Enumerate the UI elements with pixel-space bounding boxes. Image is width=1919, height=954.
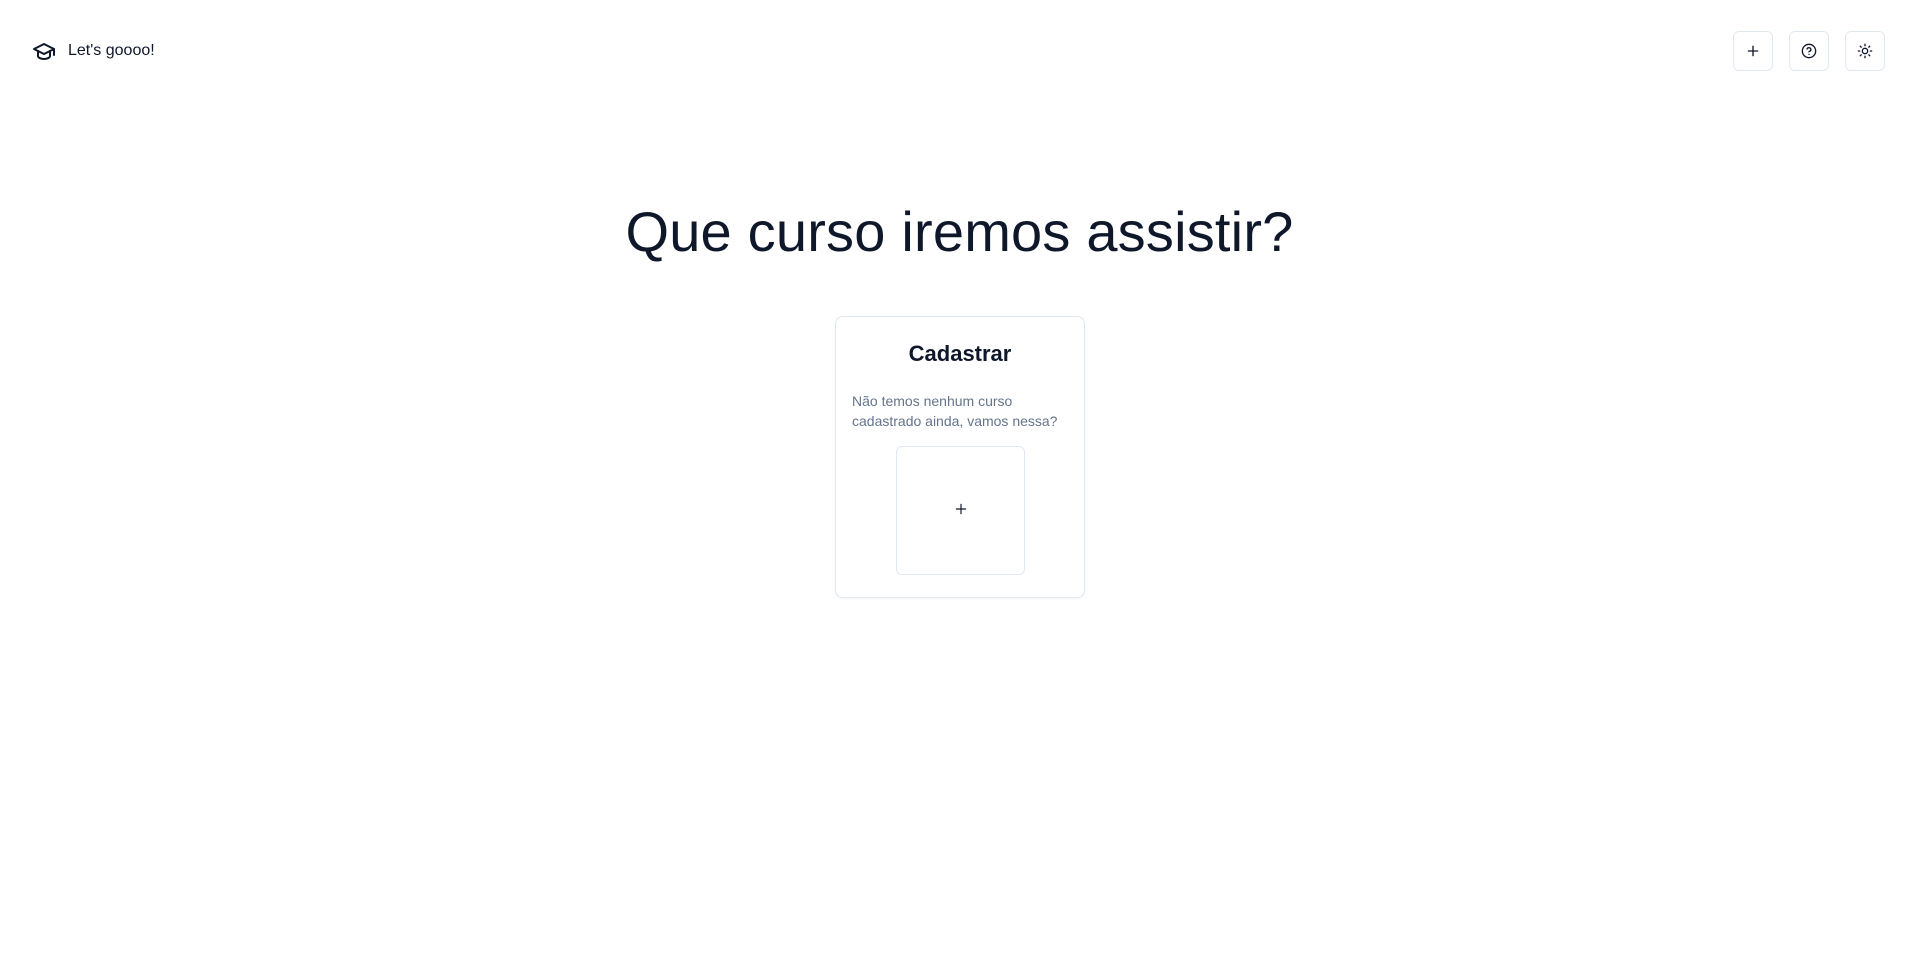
header-actions xyxy=(1733,31,1885,71)
register-course-card: Cadastrar Não temos nenhum curso cadastr… xyxy=(835,316,1085,598)
app-header: Let's goooo! xyxy=(0,0,1919,102)
empty-state-text: Não temos nenhum curso cadastrado ainda,… xyxy=(852,393,1058,429)
plus-icon xyxy=(954,502,968,519)
brand-text: Let's goooo! xyxy=(68,42,155,59)
help-circle-icon xyxy=(1801,43,1817,59)
help-button[interactable] xyxy=(1789,31,1829,71)
plus-icon xyxy=(1745,43,1761,59)
add-course-tile-button[interactable] xyxy=(896,446,1025,575)
sun-icon xyxy=(1857,43,1873,59)
page-title: Que curso iremos assistir? xyxy=(625,200,1294,263)
graduation-cap-icon xyxy=(32,39,56,63)
card-title: Cadastrar xyxy=(908,341,1012,366)
add-course-button[interactable] xyxy=(1733,31,1773,71)
brand-link[interactable]: Let's goooo! xyxy=(32,39,155,63)
theme-toggle-button[interactable] xyxy=(1845,31,1885,71)
